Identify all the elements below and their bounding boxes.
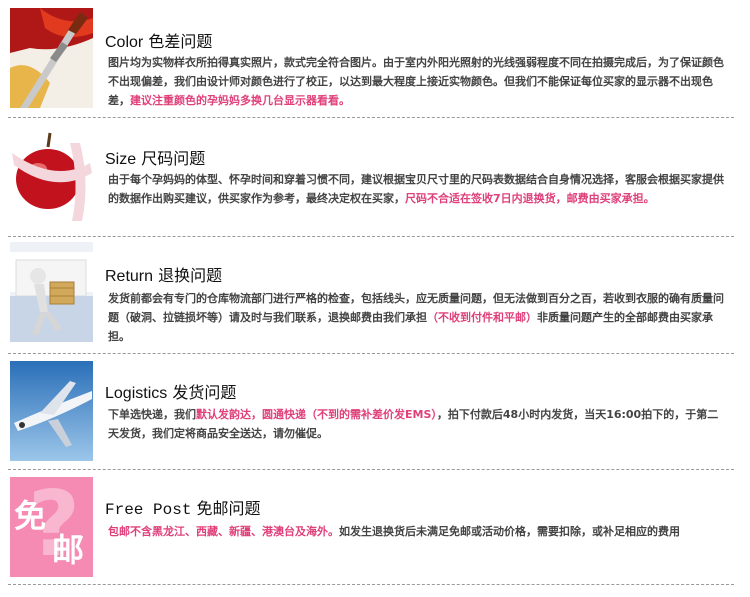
title-cn: 发货问题: [172, 383, 237, 402]
paintbrush-icon: [10, 8, 93, 108]
highlight-text: 包邮不含黑龙江、西藏、新疆、港澳台及海外。: [108, 525, 339, 538]
divider: [8, 584, 734, 585]
divider: [8, 353, 734, 354]
title-en: Logistics: [105, 385, 168, 402]
title-cn: 尺码问题: [141, 149, 206, 168]
section-title: Free Post 免邮问题: [105, 495, 261, 519]
title-en: Size: [105, 151, 137, 168]
badge-bottom-char: 邮: [52, 531, 85, 569]
highlight-text: 建议注重颜色的孕妈妈多换几台显示器看看。: [130, 94, 350, 107]
apple-measuring-tape-icon: [10, 123, 93, 223]
section-title: Logistics 发货问题: [105, 379, 236, 403]
body-text: 下单选快递，我们: [108, 408, 196, 421]
person-carrying-box-icon: [10, 242, 93, 342]
section-text: 下单选快递，我们默认发韵达，圆通快递（不到的需补差价发EMS），拍下付款后48小…: [108, 405, 728, 443]
section-text: 包邮不含黑龙江、西藏、新疆、港澳台及海外。如发生退换货后未满足免邮或活动价格，需…: [108, 522, 728, 541]
highlight-text: 默认发韵达，圆通快递（不到的需补差价发EMS）: [196, 408, 437, 421]
title-cn: 退换问题: [158, 266, 223, 285]
highlight-text: （不收到付件和平邮）: [427, 311, 537, 324]
title-en: Color: [105, 34, 144, 51]
divider: [8, 236, 734, 237]
section-text: 发货前都会有专门的仓库物流部门进行严格的检查，包括线头，应无质量问题，但无法做到…: [108, 289, 728, 346]
title-en: Free Post: [105, 501, 192, 519]
body-text-after: 如发生退换货后未满足免邮或活动价格，需要扣除，或补足相应的费用: [339, 525, 680, 538]
free-post-badge-icon: ? 免 邮: [10, 477, 93, 577]
section-text: 图片均为实物样衣所拍得真实照片，款式完全符合图片。由于室内外阳光照射的光线强弱程…: [108, 53, 728, 110]
section-title: Color 色差问题: [105, 28, 212, 52]
airplane-icon: [10, 361, 93, 461]
title-en: Return: [105, 268, 154, 285]
section-title: Size 尺码问题: [105, 145, 205, 169]
highlight-text: 尺码不合适在签收7日内退换货，邮费由买家承担。: [405, 192, 655, 205]
divider: [8, 469, 734, 470]
title-cn: 色差问题: [148, 32, 213, 51]
section-text: 由于每个孕妈妈的体型、怀孕时间和穿着习惯不同，建议根据宝贝尺寸里的尺码表数据结合…: [108, 170, 728, 208]
divider: [8, 117, 734, 118]
title-cn: 免邮问题: [196, 499, 261, 518]
section-title: Return 退换问题: [105, 262, 222, 286]
badge-top-char: 免: [14, 497, 47, 535]
